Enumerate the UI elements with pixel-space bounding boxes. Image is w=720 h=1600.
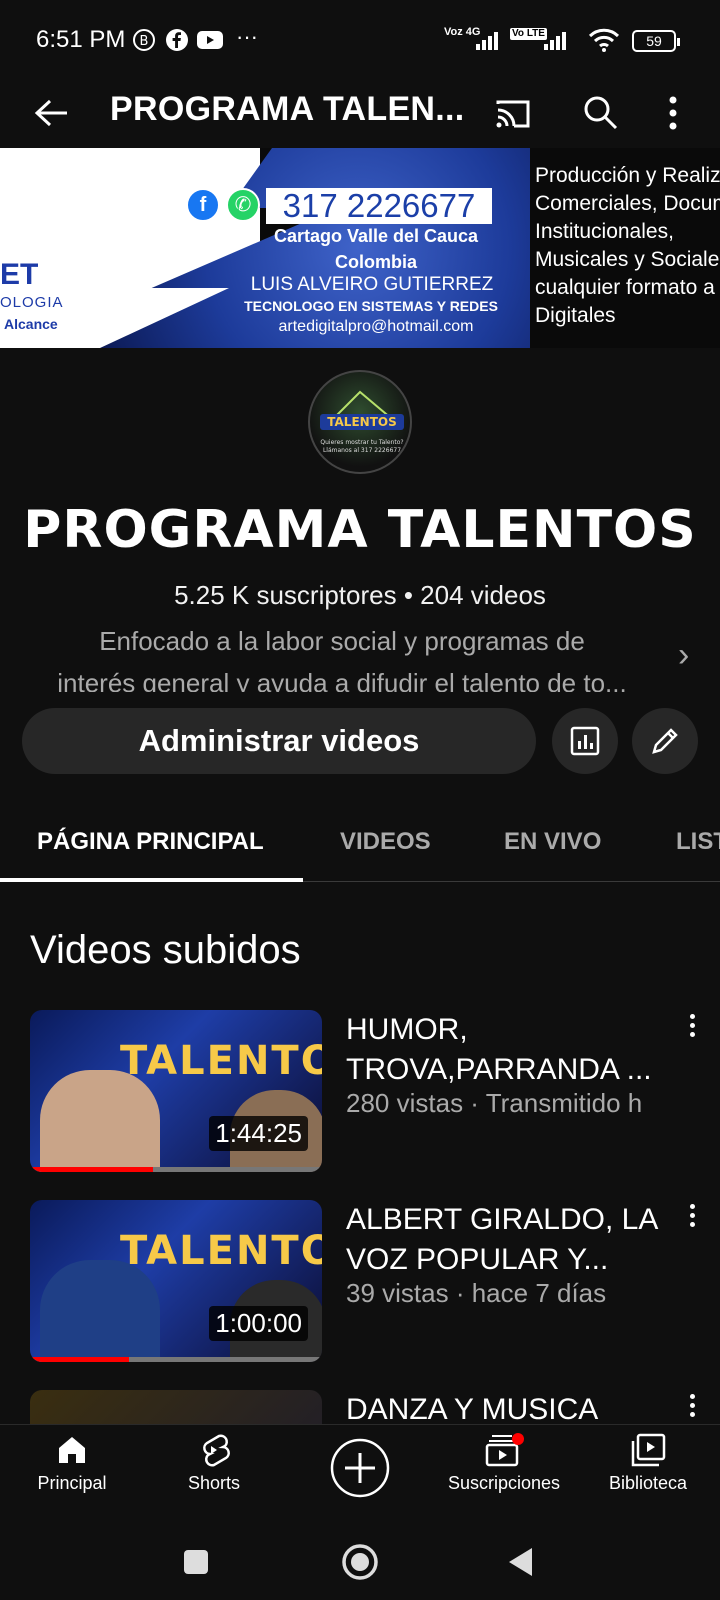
channel-banner: ET OLOGIA Alcance f ✆ 317 2226677 Cartag… <box>0 148 720 348</box>
video-thumbnail[interactable] <box>30 1390 322 1424</box>
shorts-icon <box>203 1434 230 1467</box>
banner-logo-sub: OLOGIA <box>0 294 64 311</box>
nav-label: Principal <box>37 1473 107 1493</box>
channel-tabs: PÁGINA PRINCIPAL VIDEOS EN VIVO LIST <box>0 800 720 882</box>
search-icon[interactable] <box>582 94 620 132</box>
wifi-icon <box>588 28 620 52</box>
section-title: Videos subidos <box>30 928 301 972</box>
nav-create[interactable] <box>288 1437 432 1499</box>
nav-library[interactable]: Biblioteca <box>576 1433 720 1494</box>
thumbnail-title-text: TALENTOS <box>120 1228 322 1274</box>
tab-videos[interactable]: VIDEOS <box>340 828 431 856</box>
nav-subscriptions[interactable]: Suscripciones <box>432 1433 576 1494</box>
battery-indicator: 59 <box>632 30 680 52</box>
thumbnail-person <box>40 1260 160 1362</box>
analytics-icon <box>570 726 600 756</box>
home-icon <box>59 1437 85 1463</box>
cast-icon[interactable] <box>494 98 532 130</box>
app-bar: PROGRAMA TALEN... <box>0 80 720 148</box>
system-navigation-bar <box>0 1524 720 1600</box>
banner-person: LUIS ALVEIRO GUTIERREZ <box>250 274 494 295</box>
facebook-icon <box>166 29 188 51</box>
status-bar: 6:51 PM B ··· Voz 4G Vo LTE 59 <box>0 0 720 80</box>
description-line-2: interés general y ayuda a difudir el tal… <box>57 668 627 692</box>
banner-role: TECNOLOGO EN SISTEMAS Y REDES <box>244 298 498 314</box>
channel-stats: 5.25 K suscriptores • 204 videos <box>174 580 546 610</box>
video-menu-icon[interactable] <box>686 1204 698 1234</box>
recent-apps-icon[interactable] <box>182 1548 210 1576</box>
thumbnail-title-text: TALENTOS <box>120 1038 322 1084</box>
video-item[interactable]: TALENTOS 1:44:25 HUMOR, TROVA,PARRANDA .… <box>0 1010 720 1180</box>
video-item[interactable]: DANZA Y MUSICA <box>0 1390 720 1424</box>
video-thumbnail[interactable]: TALENTOS 1:00:00 <box>30 1200 322 1362</box>
manage-videos-button[interactable]: Administrar videos <box>22 708 536 774</box>
banner-logo-sub2: Alcance <box>4 316 58 332</box>
video-thumbnail[interactable]: TALENTOS 1:44:25 <box>30 1010 322 1172</box>
analytics-button[interactable] <box>552 708 618 774</box>
watch-progress-bar <box>30 1357 322 1362</box>
subscriptions-icon <box>485 1433 524 1467</box>
thumbnail-person <box>40 1070 160 1172</box>
video-title[interactable]: HUMOR, TROVA,PARRANDA ... <box>346 1010 668 1090</box>
banner-location-2: Colombia <box>334 252 417 272</box>
video-item[interactable]: TALENTOS 1:00:00 ALBERT GIRALDO, LA VOZ … <box>0 1200 720 1370</box>
banner-right-text: Producción y Realiza Comerciales, Docum … <box>535 164 720 327</box>
library-icon <box>631 1433 666 1467</box>
edit-channel-button[interactable] <box>632 708 698 774</box>
back-button-icon[interactable] <box>506 1546 536 1578</box>
signal-icon <box>476 32 498 50</box>
watch-progress-fill <box>30 1167 153 1172</box>
nav-label: Shorts <box>187 1473 241 1493</box>
nav-label: Biblioteca <box>608 1473 688 1493</box>
nav-label: Suscripciones <box>447 1473 561 1493</box>
channel-description[interactable]: Enfocado a la labor social y programas d… <box>22 620 662 692</box>
svg-text:Llámanos al 317 2226677: Llámanos al 317 2226677 <box>323 447 401 454</box>
description-line-1: Enfocado a la labor social y programas d… <box>99 626 585 656</box>
svg-text:TALENTOS: TALENTOS <box>327 415 396 429</box>
banner-location-1: Cartago Valle del Cauca <box>273 226 479 246</box>
nav-shorts[interactable]: Shorts <box>142 1433 286 1494</box>
nav-home[interactable]: Principal <box>0 1433 144 1494</box>
banner-whatsapp-icon: ✆ <box>226 188 260 222</box>
bottom-navigation: Principal Shorts Suscripciones Bibliotec… <box>0 1424 720 1524</box>
tab-active-indicator <box>0 878 303 882</box>
chevron-right-icon[interactable]: › <box>678 636 689 675</box>
status-time: 6:51 PM <box>36 26 126 53</box>
banner-phone: 317 2226677 <box>266 188 492 224</box>
video-menu-icon[interactable] <box>686 1014 698 1044</box>
banner-logo-text: ET <box>0 258 39 291</box>
more-notifications-icon: ··· <box>236 24 258 49</box>
back-arrow-icon[interactable] <box>34 98 68 128</box>
video-title[interactable]: ALBERT GIRALDO, LA VOZ POPULAR Y... <box>346 1200 668 1280</box>
more-options-icon[interactable] <box>668 94 678 132</box>
video-duration: 1:00:00 <box>209 1306 308 1341</box>
banner-email: artedigitalpro@hotmail.com <box>278 318 474 335</box>
tab-home[interactable]: PÁGINA PRINCIPAL <box>37 828 264 856</box>
video-menu-icon[interactable] <box>686 1394 698 1424</box>
watch-progress-bar <box>30 1167 322 1172</box>
signal-2-icon <box>544 32 566 50</box>
tab-playlists[interactable]: LIST <box>676 828 720 856</box>
tab-live[interactable]: EN VIVO <box>504 828 601 856</box>
channel-name: PROGRAMA TALENTOS <box>23 500 697 560</box>
video-duration: 1:44:25 <box>209 1116 308 1151</box>
video-meta: 280 vistas · Transmitido h <box>346 1088 643 1118</box>
svg-text:B: B <box>140 34 149 49</box>
avatar-graphic: TALENTOS Quieres mostrar tu Talento? Llá… <box>320 390 404 454</box>
home-button-icon[interactable] <box>340 1542 380 1582</box>
video-meta: 39 vistas · hace 7 días <box>346 1278 607 1308</box>
video-title[interactable]: DANZA Y MUSICA <box>346 1390 668 1424</box>
app-bar-title: PROGRAMA TALEN... <box>110 90 465 128</box>
watch-progress-fill <box>30 1357 130 1362</box>
pencil-icon <box>652 728 678 754</box>
bixby-icon: B <box>133 29 155 51</box>
create-icon <box>330 1438 390 1498</box>
channel-avatar[interactable]: TALENTOS Quieres mostrar tu Talento? Llá… <box>308 370 412 474</box>
banner-facebook-icon: f <box>186 188 220 222</box>
svg-text:Quieres mostrar tu Talento?: Quieres mostrar tu Talento? <box>320 439 403 446</box>
youtube-icon <box>197 31 223 49</box>
